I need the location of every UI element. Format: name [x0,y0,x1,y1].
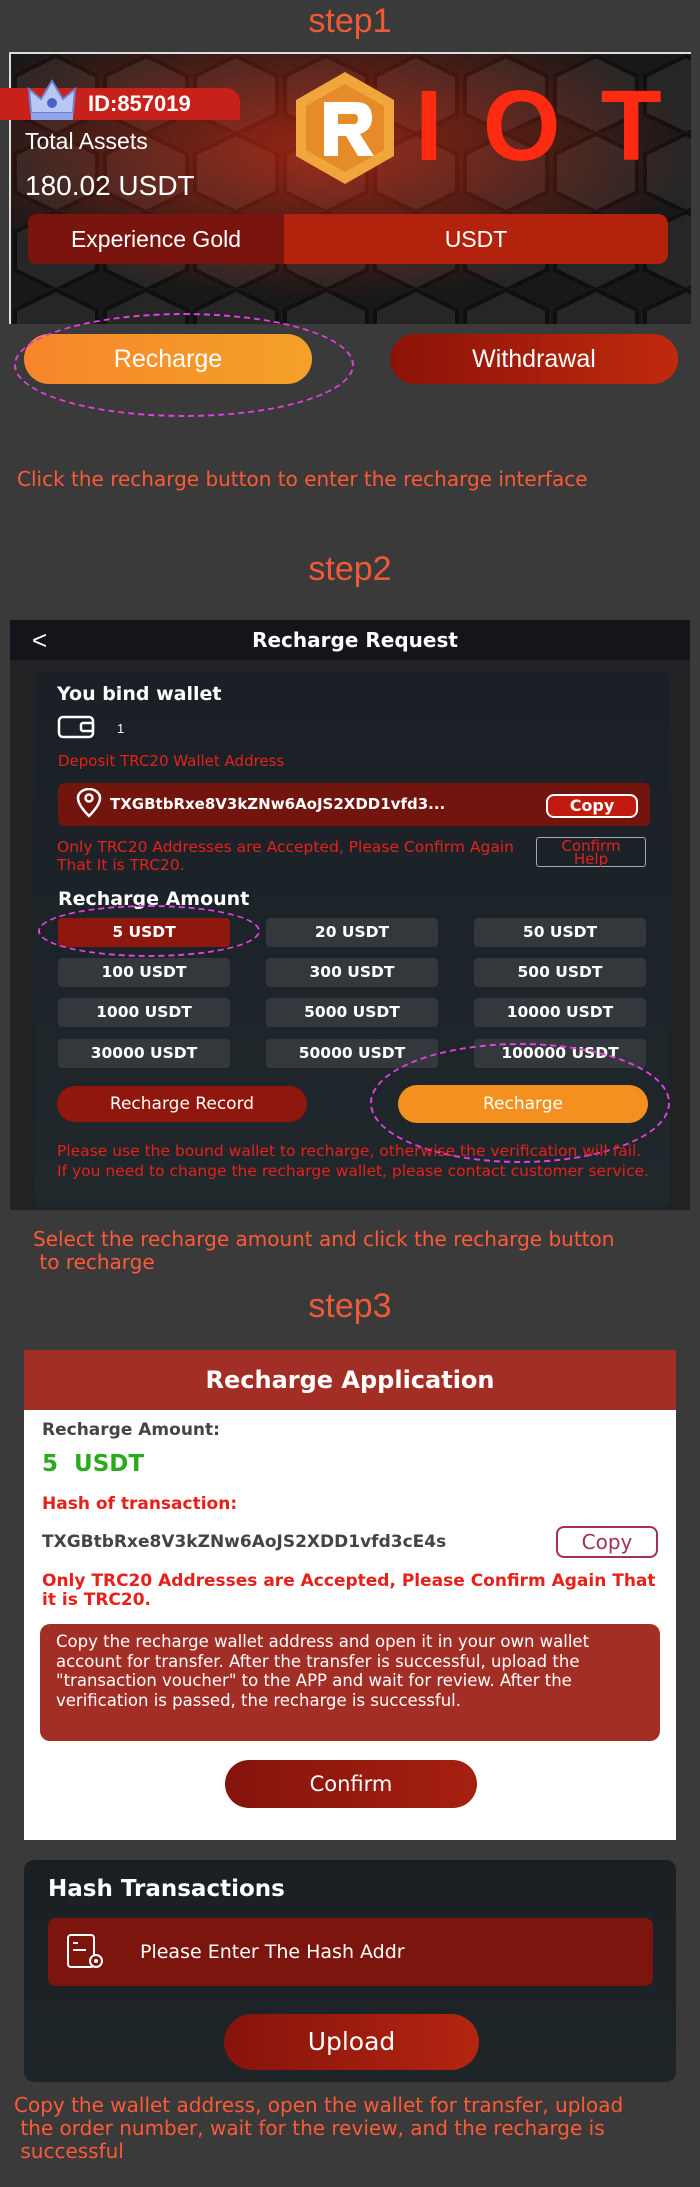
riot-logo: IOT [280,58,680,198]
amount-option-1000[interactable]: 1000 USDT [58,998,230,1027]
step3-caption: Copy the wallet address, open the wallet… [14,2093,624,2163]
total-assets-label: Total Assets [25,128,148,154]
trc20-warning: Only TRC20 Addresses are Accepted, Pleas… [57,838,515,874]
withdrawal-button[interactable]: Withdrawal [390,334,678,384]
crown-icon [27,79,77,120]
highlight-ellipse [38,905,260,957]
step1-title: step1 [308,2,392,40]
total-assets-value: 180.02 USDT [25,170,195,201]
hash-transactions-title: Hash Transactions [48,1876,285,1902]
step2-title: step2 [308,550,392,588]
recharge-record-button[interactable]: Recharge Record [57,1086,307,1122]
recharge-amount-value: 5 USDT [42,1451,145,1477]
hash-of-transaction-label: Hash of transaction: [42,1494,238,1514]
amount-option-30000[interactable]: 30000 USDT [58,1039,230,1068]
recharge-application-title: Recharge Application [24,1350,676,1410]
amount-option-300[interactable]: 300 USDT [266,958,438,987]
help-overlay-text: Help [573,850,609,868]
user-id: ID:857019 [88,91,191,116]
step1-caption: Click the recharge button to enter the r… [17,467,588,491]
asset-tabs: Experience Gold USDT [28,214,668,264]
deposit-address-label: Deposit TRC20 Wallet Address [58,752,285,770]
amount-option-50[interactable]: 50 USDT [474,918,646,947]
location-pin-icon [76,788,102,818]
transfer-instructions: Copy the recharge wallet address and ope… [40,1624,660,1741]
bound-wallet-note: Please use the bound wallet to recharge,… [57,1142,649,1180]
highlight-ellipse [14,313,354,417]
upload-button[interactable]: Upload [224,2014,479,2070]
recharge-amount-label: Recharge Amount: [42,1420,220,1440]
step2-caption: Select the recharge amount and click the… [33,1227,615,1274]
tab-usdt[interactable]: USDT [284,214,668,264]
deposit-address: TXGBtbRxe8V3kZNw6AoJS2XDD1vfd3... [110,795,446,813]
confirm-help-button[interactable]: Confirm Help [536,837,646,867]
trc20-warning: Only TRC20 Addresses are Accepted, Pleas… [42,1571,656,1610]
wallet-icon [57,715,95,739]
hash-of-transaction-value: TXGBtbRxe8V3kZNw6AoJS2XDD1vfd3cE4s [42,1532,447,1552]
riot-logo-text: IOT [415,70,700,182]
copy-hash-button[interactable]: Copy [556,1526,658,1558]
riot-hexagon-icon [296,72,394,184]
amount-option-20[interactable]: 20 USDT [266,918,438,947]
document-settings-icon [67,1934,103,1968]
recharge-request-title: Recharge Request [252,628,458,652]
amount-option-100[interactable]: 100 USDT [58,958,230,987]
confirm-button[interactable]: Confirm [225,1760,477,1808]
wallet-count: 1 [117,721,125,736]
step3-title: step3 [308,1287,392,1325]
bind-wallet-title: You bind wallet [57,683,222,705]
hash-input-placeholder: Please Enter The Hash Addr [140,1941,405,1963]
amount-option-500[interactable]: 500 USDT [474,958,646,987]
amount-option-5000[interactable]: 5000 USDT [266,998,438,1027]
amount-option-10000[interactable]: 10000 USDT [474,998,646,1027]
tab-experience-gold[interactable]: Experience Gold [28,214,284,264]
copy-address-button[interactable]: Copy [546,794,638,818]
